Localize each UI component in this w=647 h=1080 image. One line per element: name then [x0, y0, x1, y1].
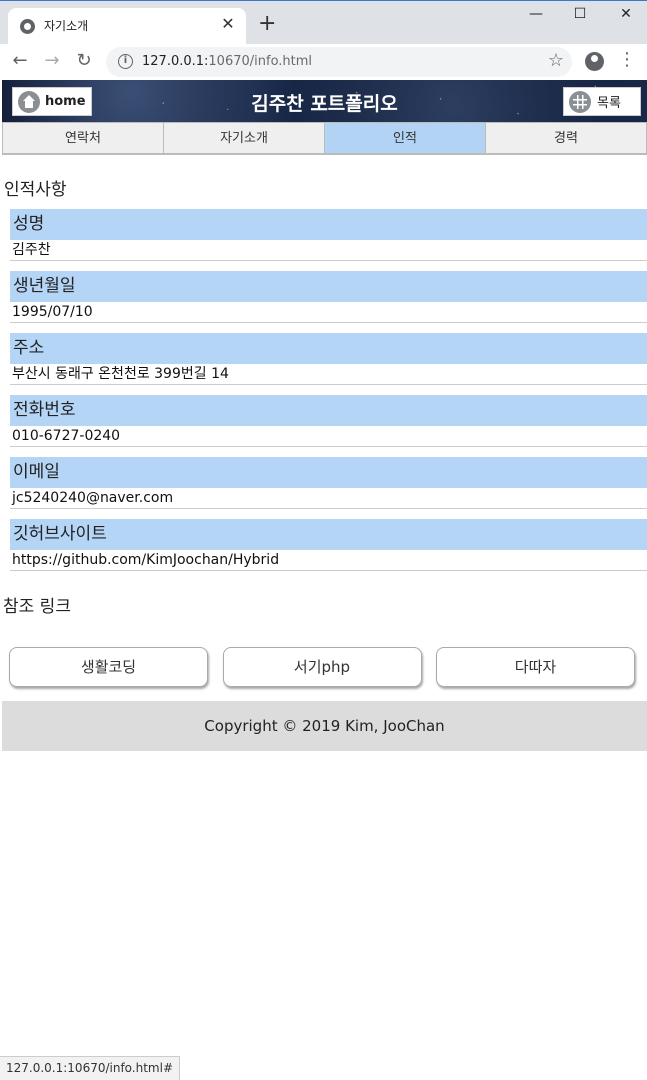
window-accent-line	[0, 0, 647, 1]
maximize-icon[interactable]: ☐	[570, 6, 590, 22]
info-label: 주소	[10, 333, 647, 364]
info-item-github: 깃허브사이트 https://github.com/KimJoochan/Hyb…	[10, 519, 647, 571]
bookmark-star-icon[interactable]: ☆	[548, 50, 564, 71]
address-bar[interactable]: i 127.0.0.1:10670/info.html ☆	[106, 47, 572, 77]
profile-icon[interactable]	[585, 52, 604, 71]
back-arrow-icon[interactable]: ←	[8, 50, 32, 71]
references-section-title: 참조 링크	[3, 597, 71, 617]
page-content: home 김주찬 포트폴리오 목록 연락처 자기소개 인적 경력 인적사항 성명…	[2, 80, 647, 751]
browser-tab[interactable]: 자기소개 ✕	[8, 8, 246, 44]
info-label: 성명	[10, 209, 647, 240]
kebab-menu-icon[interactable]: ⋮	[618, 49, 636, 70]
ref-link-dattaja[interactable]: 다따자	[436, 647, 635, 687]
ref-link-seogiphp[interactable]: 서기php	[222, 647, 422, 687]
tab-title: 자기소개	[44, 19, 89, 33]
grid-icon	[569, 90, 591, 113]
personal-section-title: 인적사항	[4, 180, 67, 200]
ref-link-saenghwalcoding[interactable]: 생활코딩	[9, 647, 208, 687]
minimize-icon[interactable]: —	[526, 6, 546, 22]
url-text[interactable]: 127.0.0.1:10670/info.html	[142, 54, 312, 69]
info-label: 전화번호	[10, 395, 647, 426]
info-value: 1995/07/10	[10, 302, 647, 323]
tab-contact[interactable]: 연락처	[2, 122, 164, 154]
browser-chrome: 자기소개 ✕ + — ☐ ✕ ← → ↻ i 127.0.0.1:10670/i…	[0, 0, 647, 80]
list-button-label: 목록	[597, 96, 621, 111]
info-value: 010-6727-0240	[10, 426, 647, 447]
info-item-phone: 전화번호 010-6727-0240	[10, 395, 647, 447]
info-item-birthdate: 생년월일 1995/07/10	[10, 271, 647, 323]
info-label: 깃허브사이트	[10, 519, 647, 550]
section-nav: 연락처 자기소개 인적 경력	[2, 122, 647, 155]
info-label: 생년월일	[10, 271, 647, 302]
window-close-icon[interactable]: ✕	[616, 6, 636, 22]
tab-career[interactable]: 경력	[486, 122, 647, 154]
tab-close-icon[interactable]: ✕	[218, 14, 238, 33]
info-value: 부산시 동래구 온천천로 399번길 14	[10, 364, 647, 385]
info-value: https://github.com/KimJoochan/Hybrid	[10, 550, 647, 571]
info-item-name: 성명 김주찬	[10, 209, 647, 261]
info-item-email: 이메일 jc5240240@naver.com	[10, 457, 647, 509]
footer-copyright: Copyright © 2019 Kim, JooChan	[2, 701, 647, 751]
personal-info-list: 성명 김주찬 생년월일 1995/07/10 주소 부산시 동래구 온천천로 3…	[10, 209, 647, 571]
reload-icon[interactable]: ↻	[72, 50, 96, 71]
forward-arrow-icon[interactable]: →	[40, 50, 64, 71]
browser-toolbar: ← → ↻ i 127.0.0.1:10670/info.html ☆ ⋮	[0, 44, 647, 80]
url-host: 127.0.0.1:	[142, 54, 209, 69]
list-button[interactable]: 목록	[563, 87, 641, 116]
info-value: 김주찬	[10, 240, 647, 261]
new-tab-icon[interactable]: +	[258, 12, 276, 36]
site-header: home 김주찬 포트폴리오 목록	[2, 80, 647, 122]
info-value: jc5240240@naver.com	[10, 488, 647, 509]
info-item-address: 주소 부산시 동래구 온천천로 399번길 14	[10, 333, 647, 385]
tab-introduction[interactable]: 자기소개	[164, 122, 325, 154]
tab-personal[interactable]: 인적	[325, 122, 486, 154]
url-path: 10670/info.html	[208, 54, 313, 69]
reference-links: 생활코딩 서기php 다따자	[9, 647, 635, 687]
status-bar: 127.0.0.1:10670/info.html#	[0, 1056, 181, 1080]
globe-icon	[20, 19, 35, 34]
page-title: 김주찬 포트폴리오	[251, 93, 398, 115]
info-label: 이메일	[10, 457, 647, 488]
site-info-icon[interactable]: i	[118, 54, 133, 69]
